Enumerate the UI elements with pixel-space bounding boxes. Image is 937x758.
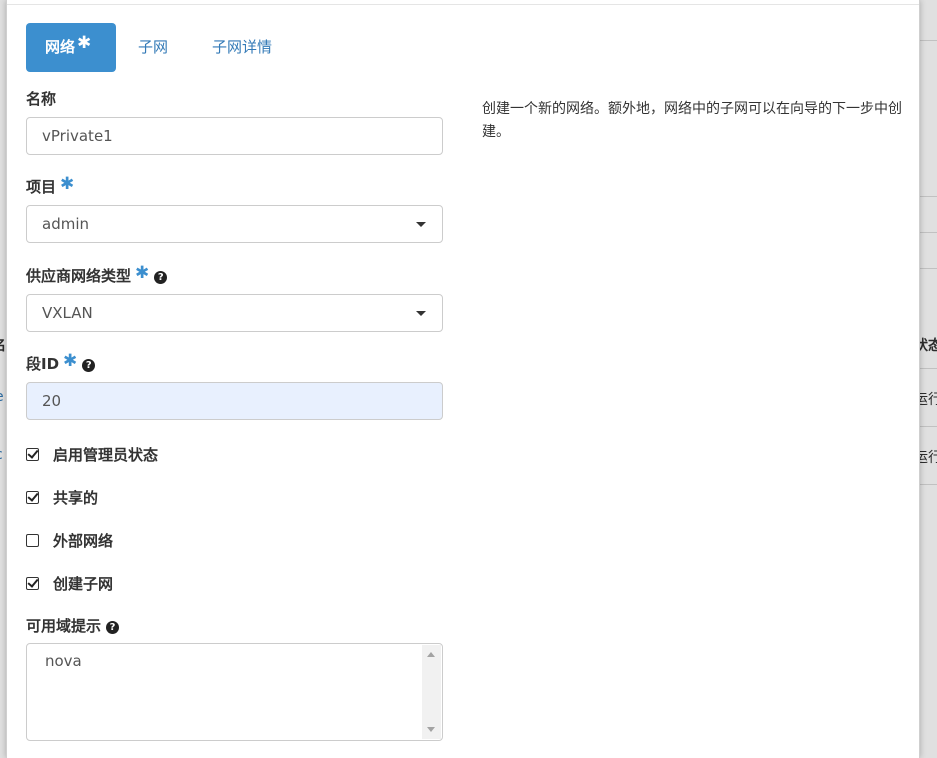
tab-network-label: 网络: [45, 38, 76, 56]
segment-id-label-text: 段ID: [26, 355, 60, 373]
name-label-text: 名称: [26, 90, 57, 108]
network-name-value: vPrivate1: [42, 127, 113, 145]
az-hints-option[interactable]: nova: [45, 652, 424, 670]
question-circle-icon[interactable]: ?: [106, 621, 120, 634]
provider-network-type-value: VXLAN: [42, 304, 93, 322]
admin-state-checkbox-row[interactable]: 启用管理员状态: [26, 444, 158, 464]
name-label: 名称: [26, 88, 56, 109]
az-hints-scrollbar[interactable]: [422, 645, 441, 739]
help-text: 创建一个新的网络。额外地，网络中的子网可以在向导的下一步中创建。: [482, 101, 902, 140]
shared-checkbox[interactable]: [26, 491, 39, 504]
tab-subnet[interactable]: 子网: [119, 23, 187, 72]
caret-down-icon: [416, 311, 426, 316]
tab-subnet-details[interactable]: 子网详情: [193, 23, 291, 72]
required-asterisk-icon: ✱: [77, 33, 92, 53]
admin-state-label: 启用管理员状态: [53, 446, 159, 464]
required-asterisk-icon: ✱: [63, 351, 78, 371]
az-hints-label: 可用域提示?: [26, 615, 120, 636]
create-subnet-label: 创建子网: [53, 575, 114, 593]
modal-header-divider: [7, 4, 919, 5]
segment-id-input[interactable]: 20: [26, 382, 443, 420]
create-network-modal: 网络 ✱ 子网 子网详情 名称 vPrivate1 项目 ✱ admin 供应商网络…: [6, 0, 920, 758]
external-network-checkbox[interactable]: [26, 534, 39, 547]
az-hints-multiselect[interactable]: nova: [26, 643, 443, 741]
project-select-value: admin: [42, 215, 89, 233]
scroll-down-icon[interactable]: [427, 727, 435, 732]
network-name-input[interactable]: vPrivate1: [26, 117, 443, 155]
question-circle-icon[interactable]: ?: [82, 359, 96, 372]
external-network-label: 外部网络: [53, 532, 114, 550]
provider-network-type-select[interactable]: VXLAN: [26, 294, 443, 332]
tab-network[interactable]: 网络 ✱: [26, 23, 116, 72]
admin-state-checkbox[interactable]: [26, 448, 39, 461]
az-hints-label-text: 可用域提示: [26, 617, 102, 635]
create-subnet-checkbox-row[interactable]: 创建子网: [26, 573, 113, 593]
provider-network-type-label-text: 供应商网络类型: [26, 267, 132, 285]
project-label: 项目 ✱: [26, 174, 75, 197]
create-subnet-checkbox[interactable]: [26, 577, 39, 590]
required-asterisk-icon: ✱: [60, 174, 75, 194]
project-label-text: 项目: [26, 178, 57, 196]
segment-id-label: 段ID ✱?: [26, 351, 96, 374]
shared-label: 共享的: [53, 489, 99, 507]
external-network-checkbox-row[interactable]: 外部网络: [26, 530, 113, 550]
segment-id-value: 20: [42, 392, 62, 410]
required-asterisk-icon: ✱: [135, 263, 150, 283]
shared-checkbox-row[interactable]: 共享的: [26, 487, 98, 507]
project-select[interactable]: admin: [26, 205, 443, 243]
caret-down-icon: [416, 222, 426, 227]
provider-network-type-label: 供应商网络类型 ✱?: [26, 263, 168, 286]
question-circle-icon[interactable]: ?: [154, 271, 168, 284]
scroll-up-icon[interactable]: [427, 652, 435, 657]
